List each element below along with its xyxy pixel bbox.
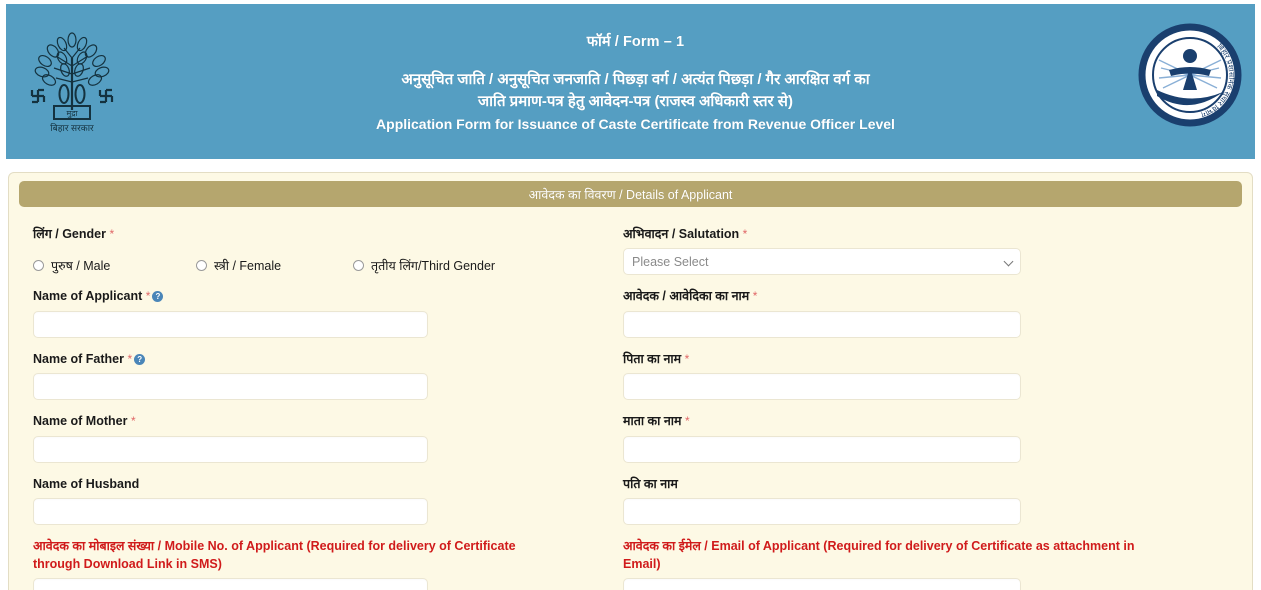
applicant-name-hindi-required-marker: * (752, 289, 758, 304)
form-title-hindi-line2: जाति प्रमाण-पत्र हेतु आवेदन-पत्र (राजस्व… (478, 92, 793, 110)
mother-name-hindi-label-text: माता का नाम (623, 414, 682, 429)
salutation-select[interactable]: Please Select (623, 248, 1021, 276)
father-name-hindi-required-marker: * (684, 351, 690, 366)
name-of-husband-label: Name of Husband (33, 476, 140, 491)
field-name-of-husband-english: Name of Husband (33, 463, 623, 525)
name-of-father-input[interactable] (33, 373, 428, 401)
name-of-father-required-marker: * (127, 351, 133, 366)
field-name-of-mother-hindi: माता का नाम * (623, 400, 1228, 463)
gender-label-english: Gender (62, 227, 106, 241)
applicant-details-panel: आवेदक का विवरण / Details of Applicant लि… (8, 172, 1253, 590)
applicant-name-hindi-input[interactable] (623, 310, 1021, 338)
mobile-number-input[interactable] (33, 577, 428, 590)
email-label: आवेदक का ईमेल / Email of Applicant (Requ… (623, 538, 1135, 571)
form-title-hindi-line1: अनुसूचित जाति / अनुसूचित जनजाति / पिछड़ा… (401, 70, 870, 88)
section-header-applicant-details: आवेदक का विवरण / Details of Applicant (19, 181, 1242, 207)
radio-button-female[interactable] (196, 260, 207, 272)
name-of-husband-input[interactable] (33, 497, 428, 525)
salutation-required-marker: * (742, 227, 748, 241)
husband-name-hindi-label: पति का नाम (623, 476, 678, 491)
mobile-number-label: आवेदक का मोबाइल संख्या / Mobile No. of A… (33, 538, 516, 571)
father-name-hindi-label-text: पिता का नाम (623, 351, 682, 366)
husband-name-hindi-input[interactable] (623, 497, 1021, 525)
gender-option-female-label: स्त्री / Female (214, 259, 282, 274)
field-mobile-number: आवेदक का मोबाइल संख्या / Mobile No. of A… (33, 525, 623, 590)
salutation-label-hindi: अभिवादन (623, 227, 669, 241)
father-name-hindi-label: पिता का नाम * (623, 338, 1228, 373)
field-name-of-father-english: Name of Father *? (33, 338, 623, 401)
name-of-mother-label-text: Name of Mother (33, 414, 128, 429)
name-of-mother-label: Name of Mother * (33, 400, 623, 435)
field-name-of-mother-english: Name of Mother * (33, 400, 623, 463)
gender-label: लिंग / Gender * (33, 227, 115, 241)
svg-text:मुद्रा: मुद्रा (66, 109, 78, 119)
applicant-name-hindi-label-text: आवेदक / आवेदिका का नाम (623, 289, 750, 304)
name-of-applicant-label: Name of Applicant *? (33, 275, 623, 310)
mother-name-hindi-label: माता का नाम * (623, 400, 1228, 435)
name-of-father-label-text: Name of Father (33, 351, 124, 366)
salutation-label-english: Salutation (678, 227, 740, 241)
mother-name-hindi-input[interactable] (623, 435, 1021, 463)
applicant-name-hindi-label: आवेदक / आवेदिका का नाम * (623, 275, 1228, 310)
form-number: फॉर्म / Form – 1 (586, 33, 685, 50)
help-info-icon[interactable]: ? (134, 353, 146, 365)
bihar-administrative-reforms-dept-logo: बिहार प्रशासनिक सुधार विभाग (1135, 20, 1245, 130)
page-header: मुद्रा बिहार सरकार फॉर्म / Form – 1 अनुस… (6, 4, 1255, 159)
salutation-select-wrapper: Please Select (623, 248, 1021, 276)
field-email: आवेदक का ईमेल / Email of Applicant (Requ… (623, 525, 1228, 590)
gender-required-marker: * (109, 227, 115, 241)
father-name-hindi-input[interactable] (623, 373, 1021, 401)
gender-option-male[interactable]: पुरुष / Male (33, 257, 196, 274)
radio-button-third-gender[interactable] (353, 260, 364, 272)
name-of-applicant-input[interactable] (33, 310, 428, 338)
help-info-icon[interactable]: ? (152, 291, 164, 303)
application-form-page: मुद्रा बिहार सरकार फॉर्म / Form – 1 अनुस… (0, 4, 1261, 590)
gender-option-female[interactable]: स्त्री / Female (196, 257, 353, 274)
field-name-of-applicant-hindi: आवेदक / आवेदिका का नाम * (623, 275, 1228, 338)
field-name-of-husband-hindi: पति का नाम (623, 463, 1228, 525)
name-of-mother-input[interactable] (33, 435, 428, 463)
field-gender: लिंग / Gender * पुरुष / Male स्त्री / Fe… (33, 213, 623, 275)
name-of-mother-required-marker: * (130, 414, 136, 429)
radio-button-male[interactable] (33, 260, 44, 272)
name-of-applicant-required-marker: * (145, 289, 151, 304)
name-of-father-label: Name of Father *? (33, 338, 623, 373)
field-name-of-father-hindi: पिता का नाम * (623, 338, 1228, 401)
section-title: आवेदक का विवरण / Details of Applicant (528, 187, 733, 202)
bihar-government-emblem-logo: मुद्रा बिहार सरकार (20, 24, 124, 136)
gender-radio-group: पुरुष / Male स्त्री / Female तृतीय लिंग/… (33, 248, 623, 274)
gender-label-hindi: लिंग (33, 227, 52, 241)
field-salutation: अभिवादन / Salutation * Please Select (623, 213, 1228, 276)
header-title-block: फॉर्म / Form – 1 अनुसूचित जाति / अनुसूचि… (276, 31, 996, 133)
mother-name-hindi-required-marker: * (685, 414, 690, 429)
form-title-english: Application Form for Issuance of Caste C… (376, 116, 895, 133)
name-of-applicant-label-text: Name of Applicant (33, 289, 143, 304)
gender-option-third-gender[interactable]: तृतीय लिंग/Third Gender (353, 257, 495, 274)
gender-option-third-gender-label: तृतीय लिंग/Third Gender (371, 259, 496, 274)
svg-text:बिहार सरकार: बिहार सरकार (50, 122, 94, 133)
form-fields-grid: लिंग / Gender * पुरुष / Male स्त्री / Fe… (19, 213, 1242, 590)
field-name-of-applicant-english: Name of Applicant *? (33, 275, 623, 338)
salutation-label: अभिवादन / Salutation * (623, 227, 748, 241)
gender-option-male-label: पुरुष / Male (51, 259, 111, 274)
email-input[interactable] (623, 577, 1021, 590)
